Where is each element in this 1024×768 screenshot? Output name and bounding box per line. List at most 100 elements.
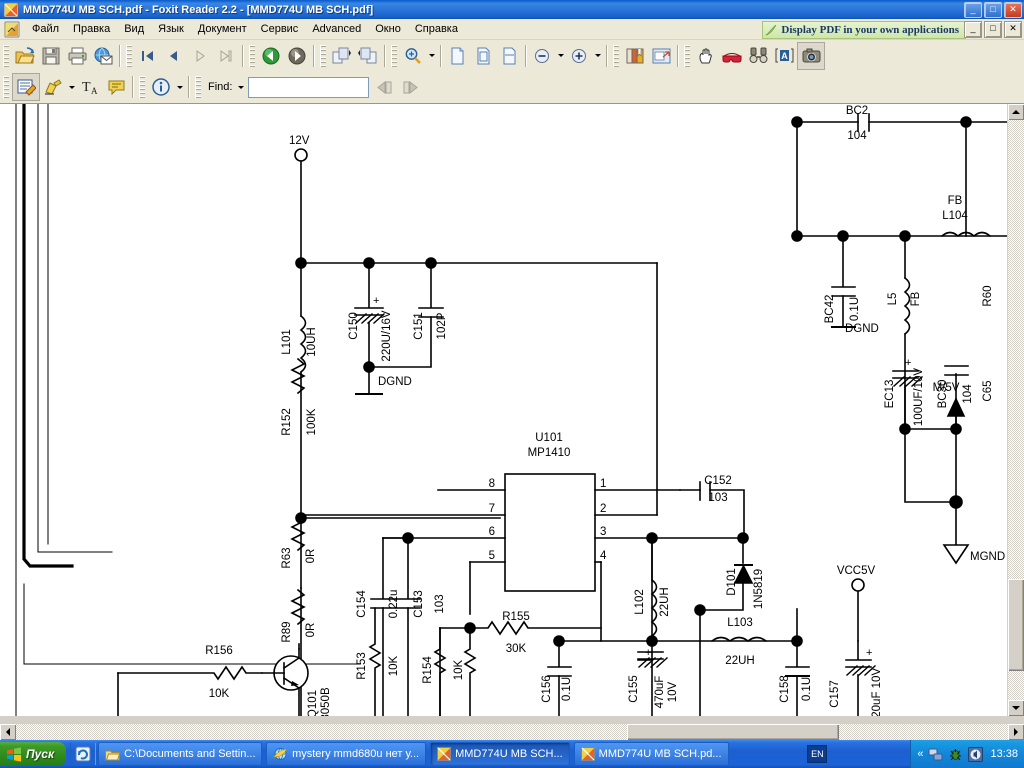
document-info-button[interactable] (148, 74, 174, 100)
menu-tools[interactable]: Сервис (254, 21, 306, 37)
go-back-button[interactable] (258, 43, 284, 69)
pdf-document-icon (437, 747, 452, 761)
taskbar-item-explorer[interactable]: C:\Documents and Settin... (98, 742, 263, 766)
find-dropdown-arrow[interactable] (235, 74, 246, 100)
volume-icon[interactable] (968, 746, 984, 762)
find-previous-button[interactable] (371, 74, 397, 100)
highlight-dropdown-arrow[interactable] (66, 74, 77, 100)
document-info-dropdown-arrow[interactable] (174, 74, 185, 100)
taskbar-item-explorer-label: C:\Documents and Settin... (124, 748, 256, 760)
pdf-document-icon (3, 2, 19, 17)
snapshot-button[interactable] (797, 41, 825, 70)
vertical-scrollbar[interactable] (1007, 104, 1024, 716)
menu-edit[interactable]: Правка (66, 21, 117, 37)
toolbar-grip[interactable] (391, 44, 397, 67)
chevron-down-icon (428, 54, 435, 57)
foxit-document-icon[interactable] (3, 21, 21, 38)
save-button[interactable] (38, 43, 64, 69)
promo-banner[interactable]: Display PDF in your own applications (762, 21, 966, 39)
label-C151-ref: C151 (413, 312, 425, 340)
zoom-dropdown-arrow[interactable] (426, 43, 437, 69)
zoom-in-button[interactable] (566, 43, 592, 69)
find-next-button[interactable] (397, 74, 423, 100)
language-indicator[interactable]: EN (807, 745, 828, 763)
next-page-button[interactable] (187, 43, 213, 69)
toolbar-grip[interactable] (195, 76, 201, 98)
toolbar-grip[interactable] (320, 44, 326, 67)
menu-language[interactable]: Язык (151, 21, 191, 37)
fit-width-button[interactable] (496, 43, 522, 69)
taskbar-item-browser[interactable]: mystery mmd680u нет у... (266, 742, 427, 766)
email-button[interactable] (90, 43, 116, 69)
typewriter-button[interactable]: T A (77, 74, 103, 100)
toolbar-grip[interactable] (684, 44, 690, 67)
toolbar-grip[interactable] (3, 76, 9, 98)
scroll-down-button[interactable] (1008, 700, 1024, 716)
bookmarks-button[interactable] (622, 43, 648, 69)
taskbar-item-foxit-1[interactable]: MMD774U MB SCH... (430, 742, 570, 766)
fit-page-button[interactable] (470, 43, 496, 69)
minimize-button[interactable]: _ (964, 2, 982, 18)
print-button[interactable] (64, 43, 90, 69)
svg-text:A: A (91, 86, 98, 96)
find-tool-button[interactable] (745, 43, 771, 69)
select-tool-button[interactable] (719, 43, 745, 69)
antivirus-icon[interactable] (948, 747, 963, 762)
select-text-button[interactable]: A (771, 43, 797, 69)
previous-view-button[interactable] (329, 43, 355, 69)
vertical-scroll-thumb[interactable] (1008, 579, 1024, 671)
menu-help[interactable]: Справка (408, 21, 465, 37)
zoom-tool-button[interactable] (400, 43, 426, 69)
blue-refresh-icon[interactable] (75, 746, 91, 762)
net-label-vcc5v: VCC5V (837, 565, 876, 577)
close-button[interactable]: ✕ (1004, 2, 1022, 18)
maximize-button[interactable]: □ (984, 2, 1002, 18)
start-button[interactable]: Пуск (0, 742, 67, 766)
scroll-up-button[interactable] (1008, 104, 1024, 120)
open-button[interactable] (12, 43, 38, 69)
menu-view[interactable]: Вид (117, 21, 151, 37)
taskbar: Пуск C:\Documents and Settin... mystery … (0, 740, 1024, 768)
toolbar-grip[interactable] (3, 44, 9, 67)
label-C153-ref: C153 (413, 590, 425, 618)
highlight-button[interactable] (40, 74, 66, 100)
zoom-in-dropdown-arrow[interactable] (592, 43, 603, 69)
zoom-out-button[interactable] (529, 43, 555, 69)
network-icon[interactable] (928, 747, 943, 762)
menu-document[interactable]: Документ (191, 21, 254, 37)
child-restore-button[interactable]: □ (984, 21, 1002, 38)
scroll-left-button[interactable] (0, 724, 16, 740)
child-minimize-button[interactable]: _ (964, 21, 982, 38)
pdf-page: 12V L101 10UH R152 100K C150 220U/16V + … (0, 104, 1008, 716)
go-forward-button[interactable] (284, 43, 310, 69)
previous-page-button[interactable] (161, 43, 187, 69)
actual-size-button[interactable] (444, 43, 470, 69)
label-C154-value: 0.22u (388, 590, 400, 619)
next-view-button[interactable] (355, 43, 381, 69)
toolbar-grip[interactable] (249, 44, 255, 67)
menu-file[interactable]: Файл (25, 21, 66, 37)
child-close-button[interactable]: ✕ (1004, 21, 1022, 38)
zoom-out-dropdown-arrow[interactable] (555, 43, 566, 69)
menu-advanced[interactable]: Advanced (305, 21, 368, 37)
edit-note-button[interactable] (12, 73, 40, 101)
horizontal-scroll-thumb[interactable] (627, 724, 839, 740)
pin-label-3: 3 (600, 526, 606, 538)
last-page-button[interactable] (213, 43, 239, 69)
taskbar-item-foxit-2[interactable]: MMD774U MB SCH.pd... (573, 742, 729, 766)
first-page-button[interactable] (135, 43, 161, 69)
toolbar-grip[interactable] (139, 76, 145, 98)
svg-text:T: T (82, 80, 91, 95)
sticky-note-button[interactable] (103, 74, 129, 100)
menu-window[interactable]: Окно (368, 21, 408, 37)
clock[interactable]: 13:38 (988, 748, 1018, 760)
fullscreen-button[interactable] (648, 43, 674, 69)
find-input[interactable] (248, 76, 370, 98)
hand-tool-button[interactable] (693, 43, 719, 69)
scroll-right-button[interactable] (1008, 724, 1024, 740)
tray-expand-chevron-icon[interactable]: « (917, 748, 923, 760)
pdf-page-view[interactable]: 12V L101 10UH R152 100K C150 220U/16V + … (0, 104, 1024, 716)
horizontal-scrollbar[interactable] (0, 724, 1024, 740)
toolbar-grip[interactable] (126, 44, 132, 67)
toolbar-grip[interactable] (613, 44, 619, 67)
